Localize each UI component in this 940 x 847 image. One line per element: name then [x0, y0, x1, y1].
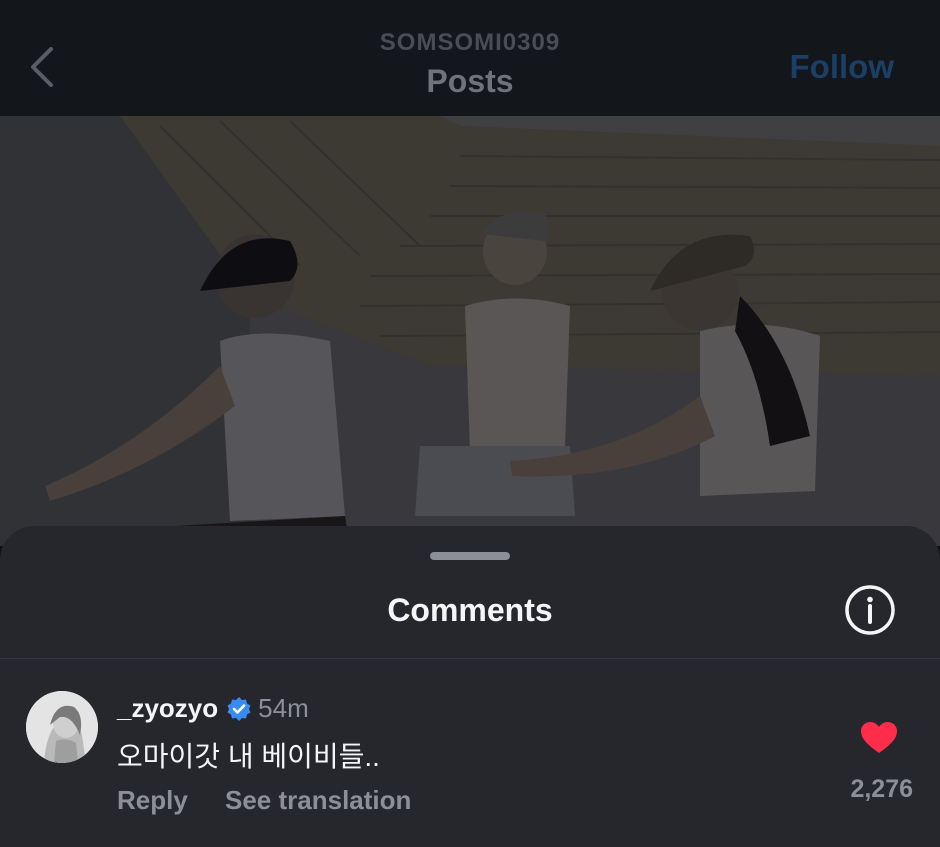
comments-title: Comments — [387, 592, 553, 628]
user-avatar-image — [26, 691, 98, 763]
dance-video-frame — [0, 116, 940, 546]
see-translation-button[interactable]: See translation — [225, 785, 411, 816]
comment-item: _zyozyo 54m 오마이갓 내 베이비들.. Reply See tran… — [0, 659, 940, 847]
info-button[interactable] — [844, 584, 896, 636]
top-nav-bar: SOMSOMI0309 Posts Follow — [0, 0, 940, 116]
avatar[interactable] — [26, 691, 98, 763]
follow-button[interactable]: Follow — [790, 48, 894, 86]
verified-badge-icon — [227, 696, 251, 721]
heart-icon[interactable] — [860, 721, 898, 755]
comment-text: 오마이갓 내 베이비들.. — [117, 741, 380, 772]
post-video[interactable] — [0, 116, 940, 546]
comments-sheet: Comments _zyozyo 54m 오마이갓 내 베이비들.. Reply… — [0, 526, 940, 847]
reply-button[interactable]: Reply — [117, 785, 188, 816]
like-count: 2,276 — [850, 775, 913, 803]
info-icon — [845, 585, 895, 635]
sheet-grab-handle[interactable] — [430, 552, 510, 560]
comment-time: 54m — [258, 693, 309, 723]
comment-header: _zyozyo 54m — [117, 693, 309, 724]
comment-username[interactable]: _zyozyo — [117, 693, 218, 724]
